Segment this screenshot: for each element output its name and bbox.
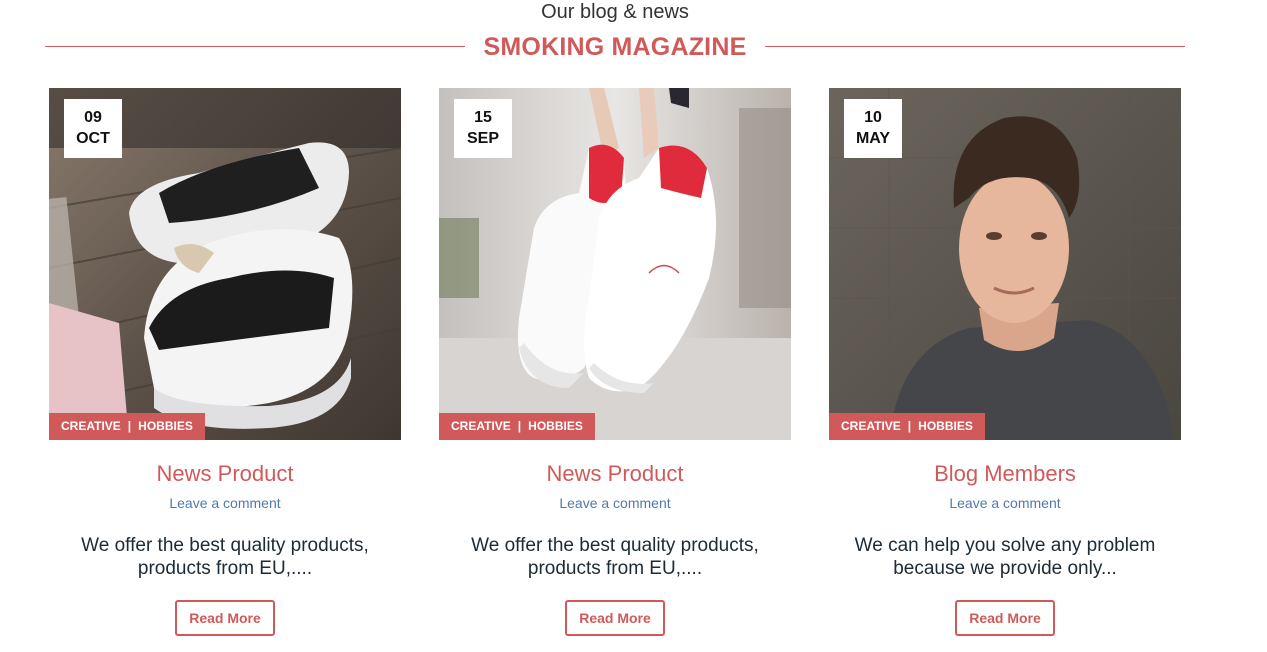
leave-comment-link[interactable]: Leave a comment [829,495,1181,511]
post-date: 10 MAY [844,99,902,158]
post-title[interactable]: News Product [49,461,401,487]
section-header: SMOKING MAGAZINE [45,33,1185,63]
category-separator: | [517,419,522,433]
post-title[interactable]: News Product [439,461,791,487]
date-day: 10 [864,109,882,126]
post-excerpt: We offer the best quality products, prod… [471,535,759,579]
read-more-button[interactable]: Read More [175,600,275,636]
category-creative[interactable]: CREATIVE [61,419,121,433]
category-creative[interactable]: CREATIVE [451,419,511,433]
divider [765,46,1185,47]
man-portrait-photo[interactable]: 10 MAY CREATIVE | HOBBIES [829,88,1181,440]
white-red-sneakers-photo[interactable]: 15 SEP CREATIVE | HOBBIES [439,88,791,440]
category-bar: CREATIVE | HOBBIES [829,413,985,440]
blog-card: 10 MAY CREATIVE | HOBBIES Blog Members Lea… [829,88,1181,636]
category-bar: CREATIVE | HOBBIES [439,413,595,440]
leave-comment-link[interactable]: Leave a comment [49,495,401,511]
category-bar: CREATIVE | HOBBIES [49,413,205,440]
category-hobbies[interactable]: HOBBIES [138,419,193,433]
blog-card: 15 SEP CREATIVE | HOBBIES News Product Lea… [439,88,791,636]
category-hobbies[interactable]: HOBBIES [918,419,973,433]
post-date: 15 SEP [454,99,512,158]
read-more-button[interactable]: Read More [565,600,665,636]
read-more-button[interactable]: Read More [955,600,1055,636]
date-day: 15 [474,109,492,126]
post-excerpt: We can help you solve any problem becaus… [854,535,1156,579]
date-month: OCT [76,130,110,147]
section-subtitle: Our blog & news [541,1,689,23]
post-title[interactable]: Blog Members [829,461,1181,487]
date-day: 09 [84,109,102,126]
section-title: SMOKING MAGAZINE [483,33,747,61]
post-excerpt: We offer the best quality products, prod… [81,535,369,579]
category-hobbies[interactable]: HOBBIES [528,419,583,433]
white-black-sneakers-photo[interactable]: 09 OCT CREATIVE | HOBBIES [49,88,401,440]
leave-comment-link[interactable]: Leave a comment [439,495,791,511]
category-creative[interactable]: CREATIVE [841,419,901,433]
date-month: MAY [855,130,891,147]
date-month: SEP [466,130,499,147]
category-separator: | [907,419,912,433]
category-separator: | [127,419,132,433]
blog-card: 09 OCT CREATIVE | HOBBIES News Product Lea… [49,88,401,636]
post-date: 09 OCT [64,99,122,158]
